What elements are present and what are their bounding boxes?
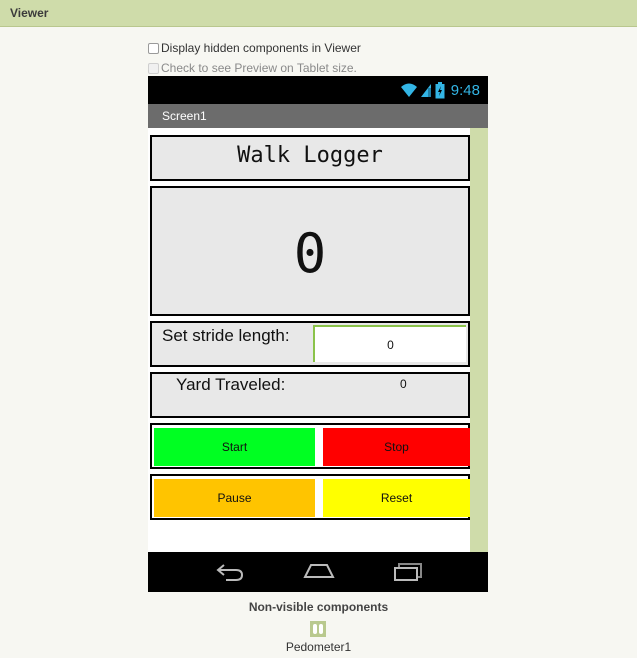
display-hidden-option[interactable]: Display hidden components in Viewer xyxy=(148,40,361,56)
stride-label: Set stride length: xyxy=(162,326,290,345)
title-label-box: Walk Logger xyxy=(150,135,470,181)
signal-icon xyxy=(420,84,431,97)
start-button[interactable]: Start xyxy=(154,428,315,466)
screen-title: Screen1 xyxy=(162,109,207,123)
yard-label: Yard Traveled: xyxy=(176,375,286,394)
start-stop-row: Start Stop xyxy=(150,423,470,469)
tablet-preview-checkbox xyxy=(148,62,159,74)
yard-row: Yard Traveled: 0 xyxy=(150,372,470,418)
yard-value: 0 xyxy=(400,377,407,391)
scroll-strip xyxy=(470,128,488,552)
counter-box: 0 xyxy=(150,186,470,316)
display-hidden-label: Display hidden components in Viewer xyxy=(161,41,361,55)
pause-button[interactable]: Pause xyxy=(154,479,315,517)
pause-reset-row: Pause Reset xyxy=(150,474,470,520)
status-time: 9:48 xyxy=(450,81,480,99)
viewer-title: Viewer xyxy=(10,6,49,20)
app-title: Walk Logger xyxy=(237,143,383,168)
recents-icon[interactable] xyxy=(393,562,423,582)
home-icon[interactable] xyxy=(303,562,335,580)
stride-row: Set stride length: xyxy=(150,321,470,367)
back-icon[interactable] xyxy=(216,562,244,582)
non-visible-title: Non-visible components xyxy=(248,600,389,614)
battery-icon xyxy=(435,81,445,98)
tablet-preview-label: Check to see Preview on Tablet size. xyxy=(161,61,357,75)
display-hidden-checkbox[interactable] xyxy=(148,42,159,54)
pedometer-label[interactable]: Pedometer1 xyxy=(0,640,637,654)
pedometer-icon[interactable] xyxy=(310,621,326,637)
tablet-preview-option: Check to see Preview on Tablet size. xyxy=(148,60,357,76)
reset-button[interactable]: Reset xyxy=(323,479,470,517)
stop-button[interactable]: Stop xyxy=(323,428,470,466)
wifi-icon xyxy=(400,83,417,97)
phone-status-bar: 9:48 xyxy=(148,76,488,104)
phone-nav-bar xyxy=(148,552,488,592)
screen-titlebar: Screen1 xyxy=(148,104,488,128)
step-counter: 0 xyxy=(293,222,327,285)
stride-length-input[interactable] xyxy=(313,325,466,362)
viewer-header: Viewer xyxy=(0,0,637,27)
